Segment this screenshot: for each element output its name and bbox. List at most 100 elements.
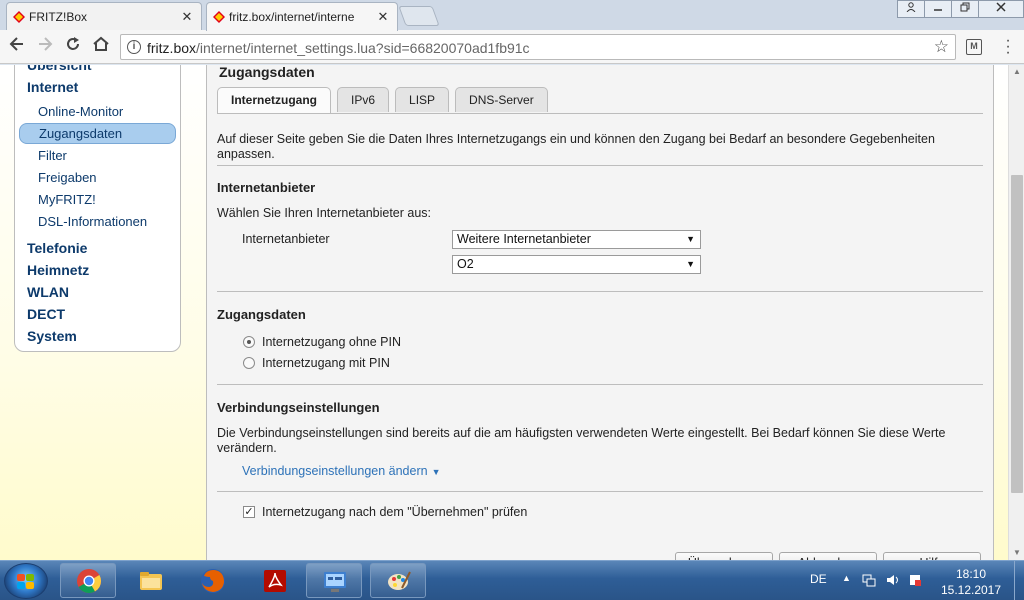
windows-logo-icon: [17, 574, 35, 590]
change-connection-settings-link[interactable]: Verbindungseinstellungen ändern ▼: [242, 464, 441, 478]
browser-toolbar: i fritz.box/internet/internet_settings.l…: [0, 30, 1024, 64]
browser-tab-internet-settings[interactable]: fritz.box/internet/interne ✕: [206, 2, 398, 31]
close-window-icon[interactable]: [978, 0, 1024, 18]
browser-tab-fritzbox[interactable]: FRITZ!Box ✕: [6, 2, 202, 30]
taskbar-explorer[interactable]: [122, 563, 178, 598]
expand-arrow-icon: ▼: [431, 467, 441, 477]
tab-ipv6[interactable]: IPv6: [337, 87, 390, 112]
nav-item-wlan[interactable]: WLAN: [27, 284, 69, 300]
show-desktop-button[interactable]: [1014, 561, 1024, 600]
new-tab-button[interactable]: [398, 6, 440, 26]
check-after-apply-label[interactable]: Internetzugang nach dem "Übernehmen" prü…: [262, 505, 527, 519]
page-scrollbar[interactable]: ▲ ▼: [1008, 65, 1024, 560]
back-arrow-icon[interactable]: [6, 36, 28, 58]
nav-item-internet[interactable]: Internet: [27, 79, 78, 95]
taskbar-control-panel[interactable]: [306, 563, 362, 598]
taskbar-acrobat[interactable]: [246, 563, 302, 598]
nav-sub-filter[interactable]: Filter: [38, 148, 67, 163]
left-navigation: Übersicht Internet Online-Monitor Zugang…: [14, 65, 181, 352]
action-center-icon[interactable]: [908, 573, 922, 587]
section-heading-zugangsdaten: Zugangsdaten: [217, 307, 306, 322]
clock-date: 15.12.2017: [940, 583, 1002, 597]
volume-icon[interactable]: [886, 573, 900, 587]
provider-select[interactable]: Weitere Internetanbieter ▼: [452, 230, 701, 249]
pdf-reader-icon: [264, 570, 286, 592]
extension-icon[interactable]: M: [966, 39, 982, 55]
nav-sub-online-monitor[interactable]: Online-Monitor: [38, 104, 123, 119]
close-tab-icon[interactable]: ✕: [181, 9, 193, 25]
close-tab-icon[interactable]: ✕: [377, 9, 389, 25]
page-viewport: Übersicht Internet Online-Monitor Zugang…: [0, 65, 1008, 560]
nav-item-telefonie[interactable]: Telefonie: [27, 240, 87, 256]
page-title: Zugangsdaten: [219, 65, 315, 80]
dropdown-caret-icon: ▼: [686, 234, 695, 244]
section-heading-verbindungseinstellungen: Verbindungseinstellungen: [217, 400, 380, 415]
radio-ohne-pin-label[interactable]: Internetzugang ohne PIN: [262, 335, 401, 349]
home-icon[interactable]: [90, 36, 112, 58]
nav-sub-freigaben[interactable]: Freigaben: [38, 170, 97, 185]
folder-icon: [140, 572, 162, 590]
window-controls: [897, 0, 1024, 18]
taskbar-chrome[interactable]: [60, 563, 116, 598]
apply-button[interactable]: Übernehmen: [675, 552, 773, 560]
minimize-icon[interactable]: [924, 0, 952, 18]
reload-icon[interactable]: [62, 36, 84, 58]
show-hidden-icons-icon[interactable]: ▲: [842, 573, 851, 583]
radio-ohne-pin[interactable]: [243, 336, 255, 348]
address-bar-url: fritz.box/internet/internet_settings.lua…: [147, 40, 530, 56]
scrollbar-thumb[interactable]: [1011, 175, 1023, 493]
restore-icon[interactable]: [951, 0, 979, 18]
firefox-icon: [201, 569, 225, 593]
tab-internetzugang[interactable]: Internetzugang: [217, 87, 331, 114]
section-divider: [217, 165, 983, 166]
provider-sub-select[interactable]: O2 ▼: [452, 255, 701, 274]
user-profile-icon[interactable]: [897, 0, 925, 18]
scroll-down-icon[interactable]: ▼: [1009, 546, 1024, 560]
content-panel: Zugangsdaten Internetzugang IPv6 LISP DN…: [206, 65, 994, 560]
system-clock[interactable]: 18:10 15.12.2017: [936, 566, 1006, 598]
site-info-icon[interactable]: i: [127, 40, 141, 54]
taskbar-firefox[interactable]: [184, 563, 240, 598]
fritzbox-favicon-icon: [213, 11, 225, 23]
address-bar[interactable]: i fritz.box/internet/internet_settings.l…: [120, 34, 956, 60]
start-button[interactable]: [4, 563, 48, 599]
help-button[interactable]: Hilfe: [883, 552, 981, 560]
nav-item-dect[interactable]: DECT: [27, 306, 65, 322]
network-icon[interactable]: [862, 573, 876, 587]
taskbar-paint[interactable]: [370, 563, 426, 598]
provider-sub-select-value: O2: [457, 257, 474, 271]
tab-divider: [217, 113, 983, 114]
nav-sub-zugangsdaten[interactable]: Zugangsdaten: [19, 123, 176, 144]
paint-palette-icon: [388, 571, 411, 590]
connection-text: Die Verbindungseinstellungen sind bereit…: [217, 426, 946, 455]
clock-time: 18:10: [955, 567, 987, 581]
browser-tab-title: fritz.box/internet/interne: [229, 10, 355, 24]
nav-item-uebersicht[interactable]: Übersicht: [27, 65, 92, 73]
nav-sub-dsl-informationen[interactable]: DSL-Informationen: [38, 214, 147, 229]
nav-item-system[interactable]: System: [27, 328, 77, 344]
browser-menu-icon[interactable]: · · ·: [1000, 33, 1016, 61]
tab-lisp[interactable]: LISP: [395, 87, 450, 112]
radio-mit-pin[interactable]: [243, 357, 255, 369]
browser-tab-title: FRITZ!Box: [29, 9, 88, 24]
radio-mit-pin-label[interactable]: Internetzugang mit PIN: [262, 356, 390, 370]
tab-dns-server[interactable]: DNS-Server: [455, 87, 548, 112]
section-divider: [217, 384, 983, 385]
scroll-up-icon[interactable]: ▲: [1009, 65, 1024, 79]
nav-item-heimnetz[interactable]: Heimnetz: [27, 262, 89, 278]
forward-arrow-icon[interactable]: [34, 36, 56, 58]
cancel-button[interactable]: Abbrechen: [779, 552, 877, 560]
bookmark-star-icon[interactable]: ☆: [934, 37, 949, 57]
chrome-icon: [77, 569, 102, 594]
language-indicator[interactable]: DE: [810, 572, 827, 586]
content-tabs: Internetzugang IPv6 LISP DNS-Server: [217, 87, 554, 114]
check-after-apply-checkbox[interactable]: ✓: [243, 506, 255, 518]
dropdown-caret-icon: ▼: [686, 259, 695, 269]
intro-text: Auf dieser Seite geben Sie die Daten Ihr…: [217, 132, 935, 161]
control-panel-icon: [324, 572, 346, 592]
nav-sub-myfritz[interactable]: MyFRITZ!: [38, 192, 96, 207]
browser-tabstrip: FRITZ!Box ✕ fritz.box/internet/interne ✕: [0, 0, 1024, 31]
provider-select-value: Weitere Internetanbieter: [457, 232, 591, 246]
provider-label: Internetanbieter: [242, 232, 330, 246]
section-heading-internetanbieter: Internetanbieter: [217, 180, 316, 195]
